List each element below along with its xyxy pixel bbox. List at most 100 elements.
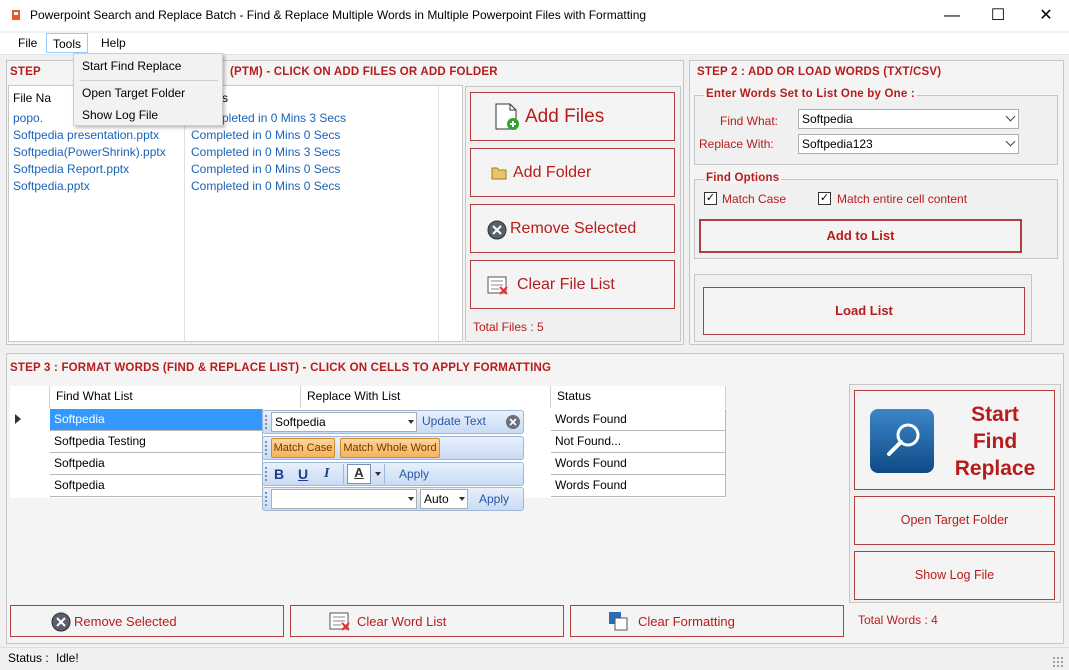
- clear-formatting-icon: [608, 611, 628, 634]
- find-options-title: Find Options: [704, 172, 782, 184]
- file-row-name[interactable]: Softpedia(PowerShrink).pptx: [13, 145, 166, 159]
- font-size-combo[interactable]: Auto: [420, 489, 468, 509]
- underline-button[interactable]: U: [298, 466, 308, 482]
- dropdown-arrow-icon[interactable]: [408, 497, 414, 501]
- maximize-button[interactable]: ☐: [975, 0, 1021, 31]
- add-folder-label: Add Folder: [513, 164, 592, 181]
- remove-selected-files-button[interactable]: Remove Selected: [470, 204, 675, 253]
- clear-formatting-button[interactable]: Clear Formatting: [570, 605, 844, 637]
- file-row-status: pleted in 0 Mins 3 Secs: [222, 111, 347, 125]
- popup-text-value: Softpedia: [275, 415, 326, 429]
- col-file-name[interactable]: File Na: [13, 91, 51, 105]
- find-cell[interactable]: Softpedia Testing: [50, 431, 263, 453]
- apply-size-button[interactable]: Apply: [479, 492, 509, 506]
- find-cell[interactable]: Softpedia: [50, 475, 263, 497]
- step2-header: STEP 2 : ADD OR LOAD WORDS (TXT/CSV): [697, 66, 942, 78]
- remove-icon: [487, 220, 507, 243]
- match-whole-word-toggle[interactable]: Match Whole Word: [340, 438, 440, 458]
- remove-selected-words-button[interactable]: Remove Selected: [10, 605, 284, 637]
- menu-file[interactable]: File: [12, 33, 43, 53]
- resize-grip-icon[interactable]: [1052, 656, 1064, 668]
- font-color-button[interactable]: A: [347, 464, 371, 484]
- total-files: Total Files : 5: [473, 320, 544, 334]
- match-entire-label[interactable]: Match entire cell content: [837, 192, 967, 206]
- dropdown-arrow-icon[interactable]: [459, 497, 465, 501]
- app-icon: [10, 9, 22, 21]
- step3-header: STEP 3 : FORMAT WORDS (FIND & REPLACE LI…: [10, 362, 552, 374]
- toolbar-grip[interactable]: [265, 467, 267, 481]
- replace-with-combo[interactable]: Softpedia123: [798, 134, 1019, 154]
- file-row-status: Completed in 0 Mins 0 Secs: [191, 128, 341, 142]
- status-cell: Words Found: [551, 453, 726, 475]
- minimize-button[interactable]: —: [929, 0, 975, 31]
- file-row-status: Completed in 0 Mins 3 Secs: [191, 145, 341, 159]
- font-name-combo[interactable]: [271, 489, 417, 509]
- popup-text-combo[interactable]: Softpedia: [271, 412, 417, 432]
- show-log-file-button[interactable]: Show Log File: [854, 551, 1055, 600]
- status-cell: Not Found...: [551, 431, 726, 453]
- step1-header-right: (PTM) - CLICK ON ADD FILES OR ADD FOLDER: [230, 66, 498, 78]
- clear-word-list-button[interactable]: Clear Word List: [290, 605, 564, 637]
- col-replace-with[interactable]: Replace With List: [301, 386, 551, 408]
- chevron-down-icon[interactable]: [1005, 111, 1016, 122]
- load-list-button[interactable]: Load List: [703, 287, 1025, 335]
- start-find-replace-button[interactable]: Start Find Replace: [854, 390, 1055, 490]
- match-case-toggle[interactable]: Match Case: [271, 438, 335, 458]
- menu-item-open-target-folder[interactable]: Open Target Folder: [82, 84, 185, 102]
- total-words: Total Words : 4: [858, 613, 938, 627]
- menu-item-show-log-file[interactable]: Show Log File: [82, 106, 158, 124]
- font-size-value: Auto: [424, 492, 449, 506]
- enter-words-title: Enter Words Set to List One by One :: [704, 88, 917, 100]
- toolbar-grip[interactable]: [265, 441, 267, 455]
- italic-button[interactable]: I: [324, 466, 329, 482]
- apply-style-button[interactable]: Apply: [399, 467, 429, 481]
- remove-icon: [51, 612, 71, 635]
- menu-bar: File Tools Help: [0, 33, 1069, 55]
- close-button[interactable]: ✕: [1023, 0, 1069, 31]
- find-cell[interactable]: Softpedia: [50, 409, 263, 431]
- find-what-value: Softpedia: [802, 112, 853, 126]
- folder-icon: [491, 165, 507, 184]
- menu-separator: [80, 80, 218, 81]
- status-value: Idle!: [56, 651, 79, 665]
- dropdown-arrow-icon[interactable]: [375, 472, 381, 476]
- clear-file-list-label: Clear File List: [517, 276, 615, 293]
- clear-list-icon: [329, 612, 351, 635]
- match-case-checkbox[interactable]: ✓: [704, 192, 717, 205]
- file-row-name[interactable]: popo.: [13, 111, 43, 125]
- start-label-line1: Start: [971, 403, 1019, 426]
- find-cell[interactable]: Softpedia: [50, 453, 263, 475]
- clear-file-list-button[interactable]: Clear File List: [470, 260, 675, 309]
- toolbar-grip[interactable]: [265, 492, 267, 506]
- add-folder-button[interactable]: Add Folder: [470, 148, 675, 197]
- match-case-label[interactable]: Match Case: [722, 192, 786, 206]
- menu-item-start-find-replace[interactable]: Start Find Replace: [82, 57, 181, 75]
- file-row-name[interactable]: Softpedia Report.pptx: [13, 162, 129, 176]
- row-header-corner: [10, 386, 50, 408]
- add-to-list-button[interactable]: Add to List: [699, 219, 1022, 253]
- menu-tools[interactable]: Tools: [46, 33, 89, 53]
- dropdown-arrow-icon[interactable]: [408, 420, 414, 424]
- bold-button[interactable]: B: [274, 466, 284, 482]
- toolbar-grip[interactable]: [265, 415, 267, 429]
- file-row-name[interactable]: Softpedia presentation.pptx: [13, 128, 159, 142]
- current-row-arrow-icon: [15, 414, 21, 424]
- find-what-combo[interactable]: Softpedia: [798, 109, 1019, 129]
- clear-word-list-label: Clear Word List: [357, 614, 447, 629]
- file-row-name[interactable]: Softpedia.pptx: [13, 179, 90, 193]
- update-text-button[interactable]: Update Text: [422, 414, 486, 428]
- col-status[interactable]: Status: [551, 386, 726, 408]
- menu-help[interactable]: Help: [95, 33, 132, 53]
- toolbar-separator: [384, 464, 385, 484]
- tools-dropdown: Start Find Replace Open Target Folder Sh…: [73, 53, 223, 126]
- open-target-folder-button[interactable]: Open Target Folder: [854, 496, 1055, 545]
- match-entire-checkbox[interactable]: ✓: [818, 192, 831, 205]
- add-files-button[interactable]: Add Files: [470, 92, 675, 141]
- start-label-line3: Replace: [954, 457, 1036, 480]
- toolbar-separator: [343, 464, 344, 484]
- remove-selected-label: Remove Selected: [510, 220, 637, 237]
- chevron-down-icon[interactable]: [1005, 136, 1016, 147]
- column-divider: [438, 86, 439, 341]
- close-popup-icon[interactable]: [505, 414, 521, 433]
- col-find-what[interactable]: Find What List: [50, 386, 301, 408]
